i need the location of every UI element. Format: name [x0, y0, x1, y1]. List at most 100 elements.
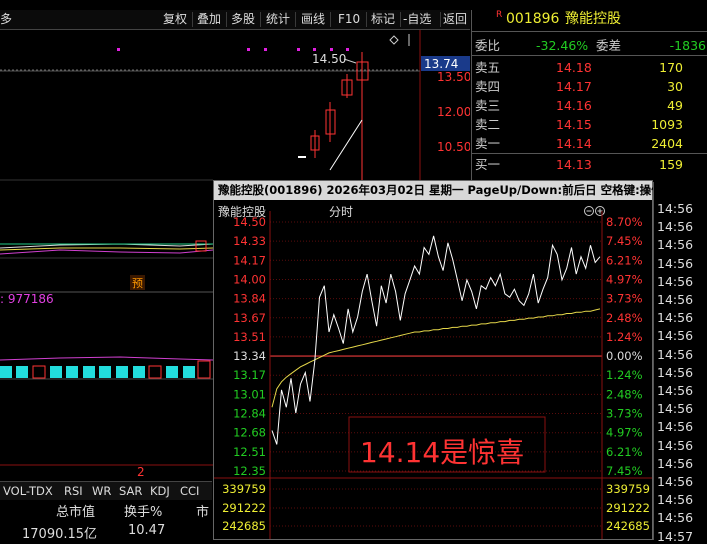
- quote-tag: R: [496, 10, 503, 20]
- percent-axis-label: 0.00%: [606, 349, 643, 363]
- ask-row-3: 卖三 14.16 49: [475, 98, 683, 113]
- price-axis-label: 14.00: [233, 272, 266, 286]
- volume-axis-label: 291222: [222, 501, 266, 515]
- order-ratio-value: -32.46%: [536, 38, 589, 53]
- ask-row-4: 卖四 14.17 30: [475, 79, 683, 94]
- trade-time: 14:56: [657, 346, 694, 362]
- intraday-popup[interactable]: 豫能控股(001896) 2026年03月02日 星期一 PageUp/Down…: [213, 180, 663, 540]
- stock-code: 001896: [506, 11, 560, 27]
- price-axis-label: 14.50: [233, 215, 266, 229]
- volume-axis-label: 242685: [222, 519, 266, 533]
- percent-axis-label: 1.24%: [606, 330, 643, 344]
- volume-label: : 977186: [0, 292, 54, 306]
- trade-time: 14:56: [657, 364, 694, 380]
- quote-panel: R 001896 豫能控股 委比 -32.46% 委差 -1836 卖五 14.1…: [471, 10, 707, 182]
- toolbar-button-multi-stock[interactable]: 多股: [231, 11, 255, 28]
- trade-time: 14:56: [657, 292, 694, 307]
- order-diff-label: 委差: [596, 38, 622, 53]
- turnover-value: 10.47: [128, 523, 166, 538]
- volume-axis-label: 339759: [606, 482, 650, 496]
- trade-time: 14:57: [657, 528, 694, 544]
- toolbar-button-mark[interactable]: 标记: [371, 11, 395, 28]
- trade-time: 14:56: [657, 510, 694, 526]
- volume-axis-label: 291222: [606, 501, 650, 515]
- trade-time: 14:56: [657, 383, 694, 398]
- market-cap-value: 17090.15亿: [22, 527, 98, 542]
- intraday-chart[interactable]: 14.50 8.70% 14.33 7.45% 14.17 6.21% 14.00 4.97%…: [214, 181, 652, 539]
- diamond-icon: [389, 35, 399, 45]
- percent-axis-label: 3.73%: [606, 292, 643, 306]
- percent-axis-label: 8.70%: [606, 215, 643, 229]
- svg-text:预: 预: [132, 277, 143, 290]
- price-axis-label: 12.84: [233, 407, 266, 421]
- percent-axis-label: 4.97%: [606, 426, 643, 440]
- percent-axis-label: 2.48%: [606, 387, 643, 401]
- price-axis-label: 13.34: [233, 349, 266, 363]
- stat-label: 换手%: [124, 505, 163, 520]
- price-axis-label: 13.51: [233, 330, 266, 344]
- percent-axis-label: 4.97%: [606, 272, 643, 286]
- trade-time: 14:56: [657, 328, 694, 344]
- toolbar-button-draw[interactable]: 画线: [301, 11, 325, 28]
- price-axis-label: 12.51: [233, 445, 266, 459]
- price-axis-label: 13.17: [233, 368, 266, 382]
- toolbar-button-watchlist[interactable]: -自选: [403, 11, 431, 28]
- indicator-tab-bar: VOL-TDX RSI WR SAR KDJ CCI: [0, 481, 212, 500]
- percent-axis-label: 1.24%: [606, 368, 643, 382]
- ask-row-5: 卖五 14.18 170: [475, 60, 683, 75]
- percent-axis-label: 6.21%: [606, 445, 643, 459]
- price-axis-label: 13.84: [233, 292, 266, 306]
- tab-sar[interactable]: SAR: [119, 483, 142, 499]
- toolbar-button-f10[interactable]: F10: [338, 11, 360, 28]
- trade-time: 14:56: [657, 237, 694, 253]
- percent-axis-label: 6.21%: [606, 253, 643, 267]
- trade-time: 14:56: [657, 255, 694, 271]
- stock-name: 豫能控股: [565, 11, 621, 27]
- price-axis-label: 14.33: [233, 234, 266, 248]
- trade-time: 14:56: [657, 474, 694, 489]
- trade-time: 14:56: [657, 219, 694, 235]
- trade-time: 14:56: [657, 455, 694, 471]
- period-selector[interactable]: 多: [0, 11, 12, 28]
- percent-axis-label: 2.48%: [606, 311, 643, 325]
- average-price-line: [271, 308, 601, 408]
- volume-axis-tick: 2: [137, 465, 145, 479]
- volume-bars: [0, 356, 214, 379]
- trade-time: 14:56: [657, 201, 694, 216]
- price-axis-label: 13.01: [233, 387, 266, 401]
- trade-time: 14:56: [657, 273, 694, 289]
- order-ratio-label: 委比: [475, 38, 501, 53]
- chart-toolbar: 多 复权 叠加 多股 统计 画线 F10 标记 -自选 返回: [0, 10, 470, 30]
- percent-axis-label: 3.73%: [606, 407, 643, 421]
- trade-time: 14:56: [657, 437, 694, 453]
- signal-dots: [117, 48, 349, 51]
- trade-time: 14:56: [657, 310, 694, 326]
- trade-time: 14:56: [657, 419, 694, 435]
- price-axis-label: 12.35: [233, 464, 266, 478]
- tab-vol-tdx[interactable]: VOL-TDX: [3, 483, 53, 499]
- volume-axis-label: 339759: [222, 482, 266, 496]
- price-axis-label: 14.17: [233, 253, 266, 267]
- toolbar-button-back[interactable]: 返回: [443, 11, 467, 28]
- trade-time: 14:56: [657, 401, 694, 417]
- stat-label: 总市值: [56, 505, 96, 520]
- toolbar-button-overlay[interactable]: 叠加: [197, 11, 221, 28]
- annotation-text: 14.14是惊喜: [360, 436, 524, 469]
- stat-label: 市: [196, 505, 210, 520]
- trade-time: 14:56: [657, 492, 694, 508]
- tab-rsi[interactable]: RSI: [64, 483, 83, 499]
- axis-label: 13.50: [437, 70, 470, 84]
- tab-cci[interactable]: CCI: [180, 483, 199, 499]
- bid-row-1: 买一 14.13 159: [475, 157, 683, 172]
- axis-label: 10.50: [437, 140, 470, 154]
- toolbar-button-adjust[interactable]: 复权: [163, 11, 187, 28]
- tab-wr[interactable]: WR: [92, 483, 111, 499]
- stats-panel: 总市值 换手% 市 17090.15亿 10.47: [0, 500, 212, 542]
- ask-row-2: 卖二 14.15 1093: [475, 117, 683, 132]
- tab-kdj[interactable]: KDJ: [150, 483, 170, 499]
- svg-text:13.74: 13.74: [424, 57, 458, 71]
- axis-label: 12.00: [437, 105, 470, 119]
- percent-axis-label: 7.45%: [606, 234, 643, 248]
- price-callout: 14.50: [312, 52, 346, 66]
- toolbar-button-stats[interactable]: 统计: [266, 11, 290, 28]
